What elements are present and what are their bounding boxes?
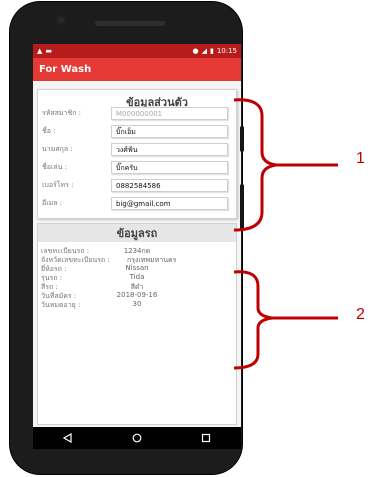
phone-frame: ▲ ▬ ● ◢ ▮ 10:15 For Wash ข้อมูลส่วนตัว ร…: [10, 2, 242, 474]
location-icon: ●: [192, 47, 199, 55]
email-row: อีเมล : big@gmail.com: [40, 197, 234, 212]
phone-row: เบอร์โทร : 0882584586: [40, 179, 234, 194]
last-name-row: นามสกุล : วงศ์ฟ้น: [40, 143, 234, 158]
status-bar: ▲ ▬ ● ◢ ▮ 10:15: [33, 44, 241, 58]
last-name-label: นามสกุล :: [42, 145, 73, 153]
member-id-label: รหัสสมาชิก :: [42, 109, 82, 117]
content-area[interactable]: ข้อมูลส่วนตัว รหัสสมาชิก : M000000001 ชื…: [33, 81, 241, 427]
car-info-title: ข้อมูลรถ: [38, 224, 236, 242]
personal-info-card: ข้อมูลส่วนตัว รหัสสมาชิก : M000000001 ชื…: [37, 89, 237, 219]
signal-icon: ◢: [201, 47, 207, 55]
mail-icon: ▬: [45, 47, 53, 55]
register-date-value: 2018-09-16: [116, 291, 158, 299]
nickname-field[interactable]: บิ๊กครับ: [111, 161, 228, 174]
member-id-field[interactable]: M000000001: [111, 107, 228, 120]
app-title: For Wash: [39, 64, 92, 75]
last-name-field[interactable]: วงศ์ฟ้น: [111, 143, 228, 156]
app-bar: For Wash: [33, 58, 241, 81]
nickname-label: ชื่อเล่น :: [42, 163, 68, 171]
back-button[interactable]: [58, 430, 78, 446]
model-value: Tida: [129, 273, 145, 281]
expiry-value: 30: [132, 300, 142, 308]
phone-screen: ▲ ▬ ● ◢ ▮ 10:15 For Wash ข้อมูลส่วนตัว ร…: [33, 44, 241, 449]
camera-icon: [56, 15, 66, 25]
annotation-bracket-1: [233, 98, 338, 232]
first-name-label: ชื่อ :: [42, 127, 56, 135]
expiry-label: วันหมดอายุ :: [41, 301, 81, 309]
nickname-row: ชื่อเล่น : บิ๊กครับ: [40, 161, 234, 176]
brand-value: Nissan: [125, 264, 149, 272]
annotation-bracket-2: [233, 270, 338, 370]
recents-button[interactable]: [196, 430, 216, 446]
status-time: 10:15: [216, 47, 237, 55]
battery-icon: ▮: [209, 47, 214, 55]
car-info-row: วันหมดอายุ : 30: [41, 300, 233, 310]
speaker-grille: [95, 21, 165, 26]
home-icon: [132, 433, 142, 443]
annotation-number-2: 2: [356, 306, 365, 323]
navigation-bar: [33, 427, 241, 449]
recents-icon: [202, 433, 211, 443]
car-info-card: ข้อมูลรถ เลขทะเบียนรถ : 1234กด จังหวัดเล…: [37, 223, 237, 425]
first-name-row: ชื่อ : บิ๊กเอ็ม: [40, 125, 234, 140]
annotation-number-1: 1: [356, 150, 365, 167]
home-button[interactable]: [127, 430, 147, 446]
phone-label: เบอร์โทร :: [42, 181, 74, 189]
phone-field[interactable]: 0882584586: [111, 179, 228, 192]
email-field[interactable]: big@gmail.com: [111, 197, 228, 210]
back-icon: [62, 433, 72, 443]
member-id-row: รหัสสมาชิก : M000000001: [40, 107, 234, 122]
first-name-field[interactable]: บิ๊กเอ็ม: [111, 125, 228, 138]
warning-icon: ▲: [37, 47, 43, 55]
email-label: อีเมล :: [42, 199, 63, 207]
